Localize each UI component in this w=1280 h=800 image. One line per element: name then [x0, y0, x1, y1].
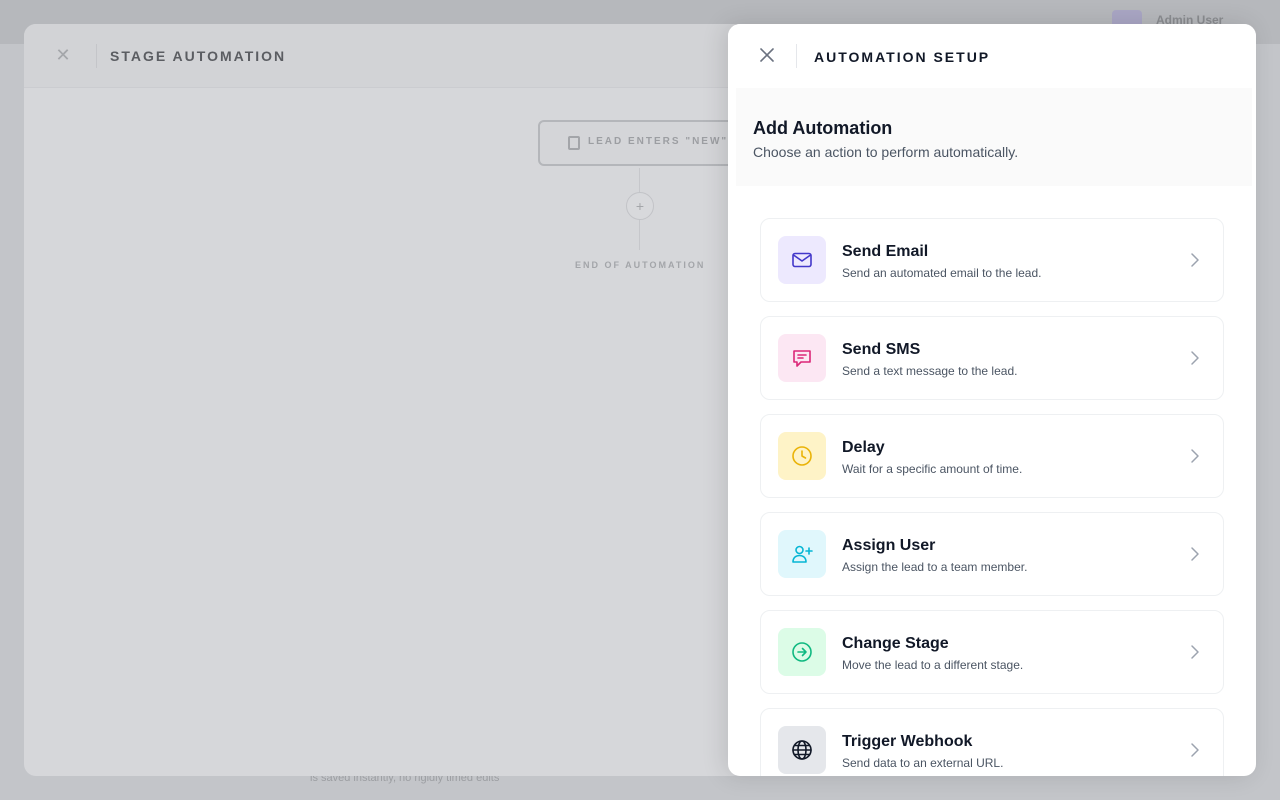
- arrow-circle-icon: [792, 642, 812, 662]
- action-list: Send Email Send an automated email to th…: [760, 218, 1224, 776]
- page-title: Add Automation: [753, 118, 893, 138]
- action-delay[interactable]: Delay Wait for a specific amount of time…: [760, 414, 1224, 498]
- action-title: Change Stage: [842, 635, 949, 652]
- close-button[interactable]: [758, 46, 776, 64]
- trigger-node[interactable]: LEAD ENTERS "NEW": [538, 120, 744, 166]
- chevron-right-icon: [1191, 645, 1199, 659]
- user-plus-icon: [792, 545, 813, 563]
- chevron-right-icon: [1191, 351, 1199, 365]
- header-divider: [796, 44, 797, 68]
- close-icon[interactable]: ✕: [54, 46, 72, 64]
- action-title: Delay: [842, 439, 885, 456]
- action-title: Assign User: [842, 537, 936, 554]
- mail-icon: [792, 252, 812, 268]
- action-description: Send data to an external URL.: [842, 756, 1004, 770]
- close-icon: [760, 48, 774, 62]
- page-subtitle: Choose an action to perform automaticall…: [753, 144, 1019, 160]
- trigger-icon: [568, 136, 580, 150]
- panel-header: AUTOMATION SETUP: [728, 24, 1256, 88]
- action-title: Send Email: [842, 243, 929, 260]
- action-title: Send SMS: [842, 341, 921, 358]
- mail-icon-tile: [778, 236, 826, 284]
- message-icon-tile: [778, 334, 826, 382]
- automation-setup-panel: AUTOMATION SETUP Add Automation Choose a…: [728, 24, 1256, 776]
- chevron-right-icon: [1191, 547, 1199, 561]
- trigger-label: LEAD ENTERS "NEW": [588, 136, 729, 147]
- action-send-sms[interactable]: Send SMS Send a text message to the lead…: [760, 316, 1224, 400]
- action-title: Trigger Webhook: [842, 733, 973, 750]
- chevron-right-icon: [1191, 743, 1199, 757]
- intro-section: Add Automation Choose an action to perfo…: [736, 88, 1252, 186]
- action-send-email[interactable]: Send Email Send an automated email to th…: [760, 218, 1224, 302]
- action-description: Move the lead to a different stage.: [842, 658, 1024, 672]
- user-plus-icon-tile: [778, 530, 826, 578]
- action-description: Assign the lead to a team member.: [842, 560, 1028, 574]
- action-description: Wait for a specific amount of time.: [842, 462, 1023, 476]
- message-icon: [793, 350, 811, 367]
- clock-icon-tile: [778, 432, 826, 480]
- action-description: Send a text message to the lead.: [842, 364, 1018, 378]
- modal-title: STAGE AUTOMATION: [110, 48, 287, 64]
- end-of-automation-label: END OF AUTOMATION: [575, 260, 706, 270]
- globe-icon-tile: [778, 726, 826, 774]
- chevron-right-icon: [1191, 253, 1199, 267]
- action-assign-user[interactable]: Assign User Assign the lead to a team me…: [760, 512, 1224, 596]
- stage-automation-modal: ✕ STAGE AUTOMATION LEAD ENTERS "NEW" + E…: [24, 24, 744, 776]
- add-step-button[interactable]: +: [626, 192, 654, 220]
- panel-title: AUTOMATION SETUP: [814, 49, 991, 65]
- action-description: Send an automated email to the lead.: [842, 266, 1042, 280]
- globe-icon: [792, 740, 812, 760]
- action-change-stage[interactable]: Change Stage Move the lead to a differen…: [760, 610, 1224, 694]
- header-divider: [96, 44, 97, 68]
- action-trigger-webhook[interactable]: Trigger Webhook Send data to an external…: [760, 708, 1224, 776]
- modal-header: ✕ STAGE AUTOMATION: [24, 24, 744, 88]
- arrow-circle-icon-tile: [778, 628, 826, 676]
- chevron-right-icon: [1191, 449, 1199, 463]
- clock-icon: [792, 446, 812, 466]
